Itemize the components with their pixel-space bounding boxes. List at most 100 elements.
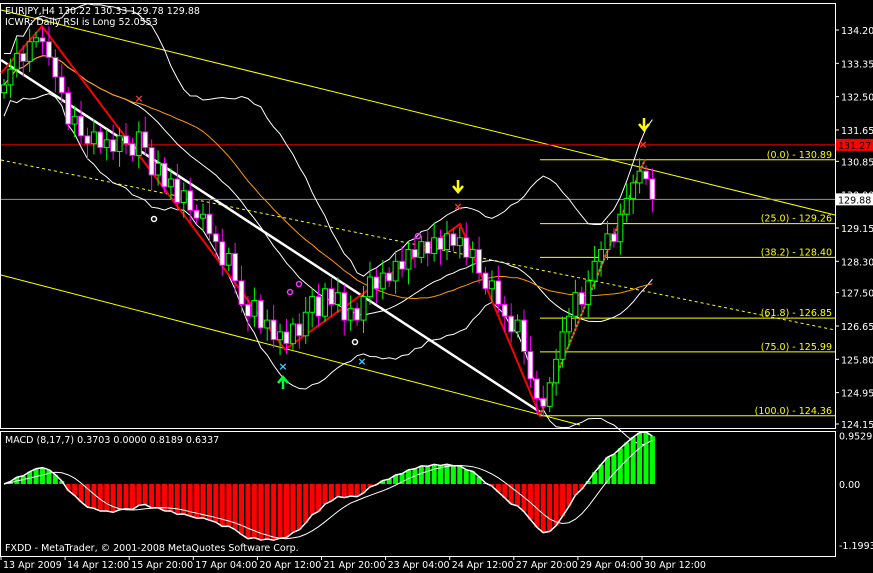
bear-candle — [39, 37, 46, 43]
macd-bar — [527, 484, 533, 520]
bull-candle — [1, 84, 7, 94]
price-tick-label: 134.20 — [841, 26, 873, 37]
time-tick-label: 15 Apr 20:00 — [131, 560, 193, 571]
bear-candle — [521, 319, 528, 352]
macd-bar — [200, 484, 206, 518]
bear-candle — [315, 296, 322, 317]
fib-level-label: (38.2) - 128.40 — [761, 247, 832, 258]
macd-bar — [149, 484, 155, 508]
macd-bar — [136, 484, 142, 506]
bull-candle — [309, 296, 316, 313]
bear-candle — [424, 241, 431, 254]
macd-bar — [213, 484, 219, 523]
macd-histogram — [3, 431, 655, 541]
macd-bar — [624, 442, 630, 484]
price-tick-label: 129.15 — [841, 224, 873, 235]
bull-candle — [630, 182, 637, 200]
time-tick-label: 17 Apr 04:00 — [195, 560, 257, 571]
bull-candle — [7, 68, 14, 86]
bear-candle — [257, 300, 264, 329]
circle-marker-icon — [286, 288, 294, 296]
bull-candle — [405, 249, 412, 270]
price-tick-label: 130.85 — [841, 157, 873, 168]
bear-candle — [495, 280, 502, 305]
bear-candle — [283, 331, 290, 345]
macd-bar — [431, 464, 437, 484]
time-tick-label: 24 Apr 12:00 — [452, 560, 514, 571]
bull-candle — [334, 292, 341, 305]
price-tick-label: 124.15 — [841, 420, 873, 431]
bear-candle — [232, 252, 239, 282]
bear-candle — [45, 41, 52, 58]
bull-candle — [469, 249, 476, 258]
bear-candle — [476, 249, 483, 274]
fib-level-label: (75.0) - 125.99 — [761, 342, 832, 353]
macd-bar — [129, 484, 135, 510]
bear-candle — [508, 315, 515, 333]
macd-bar — [226, 484, 232, 527]
x-marker-icon: × — [453, 200, 462, 213]
circle-marker-icon — [295, 280, 303, 288]
candles — [1, 26, 656, 417]
upper-channel-line — [0, 9, 836, 216]
macd-label: MACD (8,17,7) 0.3703 0.0000 0.8189 0.633… — [5, 435, 219, 446]
macd-bar — [168, 484, 174, 512]
down-arrow-icon — [452, 180, 464, 194]
bear-candle — [78, 115, 85, 137]
macd-bar — [328, 484, 334, 501]
rsi-indicator-label: ICWR: Daily RSI is Long 52.0553 — [5, 17, 158, 28]
bear-candle — [65, 92, 72, 125]
time-tick-label: 13 Apr 2009 — [3, 560, 62, 571]
macd-bar — [418, 465, 424, 484]
bull-candle — [135, 131, 142, 156]
bull-candle — [302, 311, 309, 337]
x-marker-icon: × — [638, 138, 647, 151]
bear-candle — [643, 170, 649, 180]
mid-channel-dashed-line — [0, 159, 836, 331]
bull-candle — [488, 280, 495, 290]
bear-candle — [142, 131, 149, 149]
price-tick-label: 127.50 — [841, 289, 873, 300]
price-chart[interactable]: (0.0) - 130.89 (25.0) - 129.26 (38.2) - 12… — [0, 0, 873, 573]
bull-candle — [559, 331, 566, 360]
circle-marker-icon — [414, 232, 422, 240]
bull-candle — [514, 319, 521, 333]
macd-bar — [649, 436, 655, 484]
macd-bar — [630, 437, 636, 484]
bull-candle — [33, 37, 40, 43]
bear-candle — [463, 237, 470, 258]
macd-bar — [271, 484, 277, 541]
macd-bar — [303, 484, 309, 523]
bear-candle — [482, 272, 489, 290]
bull-candle — [572, 292, 579, 317]
bear-candle — [296, 323, 303, 337]
bull-candle — [103, 139, 110, 149]
bull-candle — [617, 213, 624, 243]
bear-candle — [148, 147, 155, 176]
time-tick-label: 30 Apr 12:00 — [644, 560, 706, 571]
bear-candle — [122, 135, 129, 145]
bull-candle — [366, 276, 373, 298]
bear-candle — [386, 272, 393, 282]
macd-tick-label: 0.00 — [839, 480, 860, 491]
price-tick-label: 124.95 — [841, 389, 873, 400]
macd-bar — [239, 484, 245, 535]
bear-candle — [97, 131, 104, 149]
bear-candle — [20, 53, 27, 62]
bear-candle — [354, 307, 361, 321]
time-tick-label: 23 Apr 04:00 — [388, 560, 450, 571]
price-tick-label: 126.65 — [841, 322, 873, 333]
bear-candle — [527, 350, 534, 380]
bear-candle — [399, 260, 406, 270]
bollinger-middle — [3, 55, 653, 322]
bear-candle — [52, 56, 59, 78]
macd-tick-label: 0.9529 — [839, 431, 872, 442]
macd-bar — [540, 484, 546, 533]
bear-candle — [270, 319, 277, 341]
macd-bar — [341, 484, 347, 498]
fib-level-label: (61.8) - 126.85 — [761, 308, 832, 319]
x-marker-icon: × — [278, 360, 287, 373]
macd-bar — [110, 484, 116, 513]
macd-bar — [104, 484, 110, 511]
bull-candle — [431, 237, 438, 254]
